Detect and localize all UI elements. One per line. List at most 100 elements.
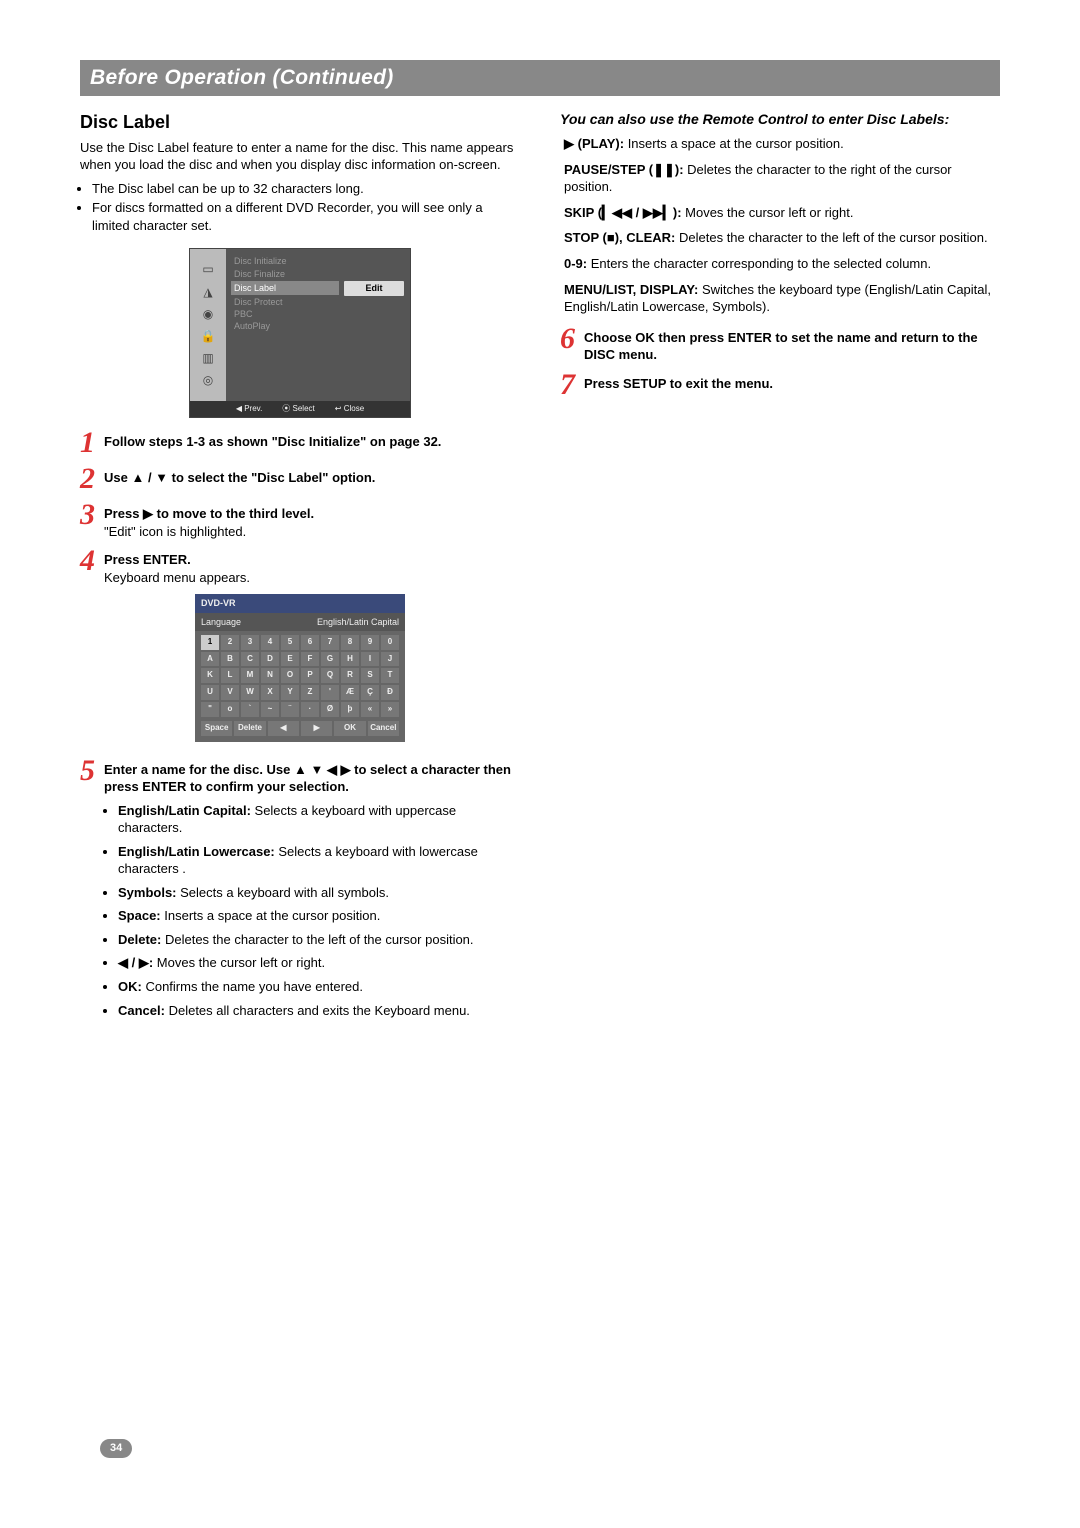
step-5-list: English/Latin Capital: Selects a keyboar… <box>104 802 520 1019</box>
step-6-text: Choose OK then press ENTER to set the na… <box>584 330 978 363</box>
two-column-layout: Disc Label Use the Disc Label feature to… <box>80 110 1000 1031</box>
kbd-key: H <box>341 652 359 667</box>
step-5-lead: Enter a name for the disc. Use ▲ ▼ ◀ ▶ t… <box>104 762 511 795</box>
kbd-key: Ø <box>321 702 339 717</box>
kbd-key: Æ <box>341 685 359 700</box>
kbd-key: I <box>361 652 379 667</box>
kbd-key: M <box>241 668 259 683</box>
screenshot-disc-menu: ▭ ◮ ◉ 🔒 ▥ ◎ Disc Initialize Disc Finaliz… <box>189 248 411 418</box>
kbd-key: ¨ <box>281 702 299 717</box>
note-item: The Disc label can be up to 32 character… <box>92 180 520 198</box>
heading-remote: You can also use the Remote Control to e… <box>560 110 1000 129</box>
antenna-icon: ◮ <box>190 284 226 300</box>
kbd-key: Z <box>301 685 319 700</box>
kbd-key: 5 <box>281 635 299 650</box>
heading-disc-label: Disc Label <box>80 110 520 134</box>
step-5-item: English/Latin Lowercase: Selects a keybo… <box>118 843 520 878</box>
step-5-item: OK: Confirms the name you have entered. <box>118 978 520 996</box>
remote-item: PAUSE/STEP (❚❚): Deletes the character t… <box>564 161 1000 196</box>
kbd-key: ` <box>241 702 259 717</box>
kbd-key: E <box>281 652 299 667</box>
kbd-key: Y <box>281 685 299 700</box>
kbd-key: Q <box>321 668 339 683</box>
menu-items: Disc Initialize Disc Finalize Disc Label… <box>226 249 344 400</box>
left-column: Disc Label Use the Disc Label feature to… <box>80 110 520 1031</box>
foot-close: ↩ Close <box>335 404 364 415</box>
kbd-key: N <box>261 668 279 683</box>
note-item: For discs formatted on a different DVD R… <box>92 199 520 234</box>
step-5-item: Symbols: Selects a keyboard with all sym… <box>118 884 520 902</box>
step-4: 4Press ENTER.Keyboard menu appears. <box>80 546 520 586</box>
foot-prev: ◀ Prev. <box>236 404 262 415</box>
kbd-key: 1 <box>201 635 219 650</box>
remote-item: ▶ (PLAY): Inserts a space at the cursor … <box>564 135 1000 153</box>
right-column: You can also use the Remote Control to e… <box>560 110 1000 1031</box>
step-5-item: Delete: Deletes the character to the lef… <box>118 931 520 949</box>
page-number: 34 <box>100 1439 132 1458</box>
kbd-key: R <box>341 668 359 683</box>
kbd-key: J <box>381 652 399 667</box>
menu-footer: ◀ Prev. ⦿ Select ↩ Close <box>190 401 410 418</box>
step-2: 2Use ▲ / ▼ to select the "Disc Label" op… <box>80 464 520 494</box>
intro-text: Use the Disc Label feature to enter a na… <box>80 139 520 174</box>
kbd-lang-value: English/Latin Capital <box>317 616 399 628</box>
step-5-item: Space: Inserts a space at the cursor pos… <box>118 907 520 925</box>
remote-item: STOP (■), CLEAR: Deletes the character t… <box>564 229 1000 247</box>
remote-item: SKIP (▎◀◀ / ▶▶▎): Moves the cursor left … <box>564 204 1000 222</box>
kbd-key: 8 <box>341 635 359 650</box>
kbd-key: A <box>201 652 219 667</box>
kbd-key: 9 <box>361 635 379 650</box>
kbd-key: 4 <box>261 635 279 650</box>
step-4-lead: Press ENTER. <box>104 552 191 567</box>
kbd-key: B <box>221 652 239 667</box>
kbd-key: þ <box>341 702 359 717</box>
step-6: 6Choose OK then press ENTER to set the n… <box>560 324 1000 364</box>
step-2-text: Use ▲ / ▼ to select the "Disc Label" opt… <box>104 470 375 485</box>
step-3-lead: Press ▶ to move to the third level. <box>104 506 314 521</box>
step-7: 7Press SETUP to exit the menu. <box>560 370 1000 400</box>
kbd-key: V <box>221 685 239 700</box>
kbd-title: DVD-VR <box>195 594 405 612</box>
step-5-item: ◀ / ▶: Moves the cursor left or right. <box>118 954 520 972</box>
kbd-key: F <box>301 652 319 667</box>
kbd-key: T <box>381 668 399 683</box>
menu-item: PBC <box>234 308 336 320</box>
kbd-key: 2 <box>221 635 239 650</box>
kbd-grid: 1234567890ABCDEFGHIJKLMNOPQRSTUVWXYZ'ÆÇÐ… <box>195 631 405 721</box>
step-5: 5Enter a name for the disc. Use ▲ ▼ ◀ ▶ … <box>80 756 520 1026</box>
remote-item: 0-9: Enters the character corresponding … <box>564 255 1000 273</box>
kbd-key: S <box>361 668 379 683</box>
disc-icon: ◉ <box>190 306 226 322</box>
kbd-key: 7 <box>321 635 339 650</box>
section-title: Before Operation (Continued) <box>80 60 1000 96</box>
edit-button: Edit <box>344 281 404 295</box>
kbd-bottom-key: Delete <box>234 721 265 736</box>
kbd-key: C <box>241 652 259 667</box>
step-4-detail: Keyboard menu appears. <box>104 570 250 585</box>
kbd-bottom-row: SpaceDelete◀▶OKCancel <box>195 721 405 736</box>
lock-icon: 🔒 <box>190 328 226 344</box>
menu-item: Disc Initialize <box>234 255 336 267</box>
rec-icon: ▥ <box>190 350 226 366</box>
kbd-key: L <box>221 668 239 683</box>
step-3: 3Press ▶ to move to the third level."Edi… <box>80 500 520 540</box>
kbd-key: Ð <box>381 685 399 700</box>
kbd-lang-label: Language <box>201 616 317 628</box>
kbd-key: » <box>381 702 399 717</box>
kbd-key: P <box>301 668 319 683</box>
kbd-bottom-key: Space <box>201 721 232 736</box>
step-5-item: English/Latin Capital: Selects a keyboar… <box>118 802 520 837</box>
screenshot-keyboard: DVD-VR LanguageEnglish/Latin Capital 123… <box>195 594 405 741</box>
kbd-key: K <box>201 668 219 683</box>
cd-icon: ◎ <box>190 372 226 388</box>
kbd-key: G <box>321 652 339 667</box>
menu-item-selected: Disc Label <box>231 281 339 295</box>
kbd-key: 6 <box>301 635 319 650</box>
kbd-key: W <box>241 685 259 700</box>
menu-item: Disc Finalize <box>234 268 336 280</box>
kbd-key: · <box>301 702 319 717</box>
intro-notes: The Disc label can be up to 32 character… <box>80 180 520 235</box>
kbd-key: O <box>281 668 299 683</box>
kbd-bottom-key: ▶ <box>301 721 332 736</box>
kbd-key: « <box>361 702 379 717</box>
